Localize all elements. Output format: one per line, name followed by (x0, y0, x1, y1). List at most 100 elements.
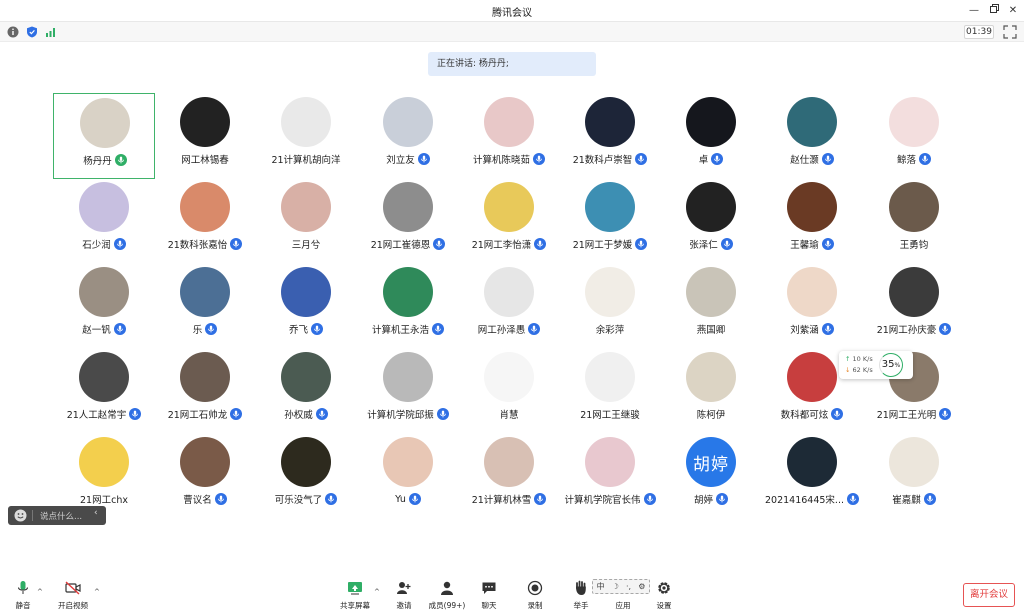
avatar[interactable] (281, 437, 331, 487)
participant-tile[interactable]: 刘紫涵 (761, 263, 863, 349)
participant-tile[interactable]: 肖慧 (458, 348, 560, 434)
participant-tile[interactable]: 网工孙泽愚 (458, 263, 560, 349)
mute-options-caret[interactable]: ^ (37, 588, 43, 596)
avatar[interactable] (585, 97, 635, 147)
emoji-icon[interactable] (14, 509, 27, 522)
participant-tile[interactable]: 胡婷 胡婷 (660, 433, 762, 519)
network-status[interactable]: ↑ 10 K/s ↓ 62 K/s 35% (839, 351, 913, 379)
participant-tile[interactable]: 燕国卿 (660, 263, 762, 349)
quick-chat-box[interactable]: 说点什么... ‹ (8, 506, 106, 525)
avatar[interactable] (281, 182, 331, 232)
participant-tile[interactable]: 21网工石帅龙 (154, 348, 256, 434)
participant-tile[interactable]: 卓 (660, 93, 762, 179)
avatar[interactable] (787, 97, 837, 147)
participant-tile[interactable]: 王馨瑜 (761, 178, 863, 264)
avatar[interactable] (889, 267, 939, 317)
avatar[interactable] (787, 182, 837, 232)
ime-language[interactable]: 中 (597, 581, 605, 592)
restore-icon[interactable] (985, 2, 1003, 20)
ime-punct[interactable]: ·, (626, 582, 631, 591)
participant-tile[interactable]: 崔嘉麒 (863, 433, 963, 519)
participant-tile[interactable]: 计算机学院官长伟 (559, 433, 661, 519)
participant-tile[interactable]: 21人工赵常宇 (53, 348, 155, 434)
participant-tile[interactable]: 2021416445宋... (761, 433, 863, 519)
close-icon[interactable]: ✕ (1004, 2, 1022, 20)
avatar[interactable]: 胡婷 (686, 437, 736, 487)
participant-tile[interactable]: 计算机陈晓茹 (458, 93, 560, 179)
avatar[interactable] (383, 182, 433, 232)
video-options-caret[interactable]: ^ (94, 588, 100, 596)
avatar[interactable] (281, 352, 331, 402)
participant-tile[interactable]: 21计算机胡向洋 (255, 93, 357, 179)
participant-tile[interactable]: 21数科张嘉怡 (154, 178, 256, 264)
chat-input-placeholder[interactable]: 说点什么... (40, 510, 82, 522)
avatar[interactable] (484, 437, 534, 487)
participant-tile[interactable]: 网工林锡春 (154, 93, 256, 179)
leave-meeting-button[interactable]: 离开会议 (963, 583, 1015, 607)
ime-toolbar[interactable]: 中 ☽ ·, ⚙ (592, 579, 650, 594)
participant-tile[interactable]: 赵仕灏 (761, 93, 863, 179)
share-screen-button[interactable]: 共享屏幕 (332, 580, 378, 614)
avatar[interactable] (585, 267, 635, 317)
participant-tile[interactable]: 计算机王永浩 (357, 263, 459, 349)
participant-tile[interactable]: 21网工孙庆豪 (863, 263, 963, 349)
start-video-button[interactable]: 开启视频 (50, 580, 96, 614)
avatar[interactable] (79, 437, 129, 487)
avatar[interactable] (787, 267, 837, 317)
participant-tile[interactable]: 刘立友 (357, 93, 459, 179)
participant-tile[interactable]: 石少润 (53, 178, 155, 264)
avatar[interactable] (686, 97, 736, 147)
chevron-left-icon[interactable]: ‹ (94, 508, 98, 518)
info-icon[interactable] (7, 26, 19, 38)
avatar[interactable] (484, 97, 534, 147)
avatar[interactable] (585, 352, 635, 402)
participant-tile[interactable]: 赵一钒 (53, 263, 155, 349)
avatar[interactable] (585, 437, 635, 487)
avatar[interactable] (80, 98, 130, 148)
participant-tile[interactable]: 可乐没气了 (255, 433, 357, 519)
participant-tile[interactable]: 21网工李怡潇 (458, 178, 560, 264)
participant-tile[interactable]: 陈柯伊 (660, 348, 762, 434)
participant-tile[interactable]: 鲸落 (863, 93, 963, 179)
avatar[interactable] (79, 352, 129, 402)
avatar[interactable] (180, 267, 230, 317)
participant-tile[interactable]: 21网工于梦媛 (559, 178, 661, 264)
ime-settings-icon[interactable]: ⚙ (638, 582, 645, 591)
avatar[interactable] (686, 267, 736, 317)
avatar[interactable] (281, 267, 331, 317)
avatar[interactable] (180, 97, 230, 147)
avatar[interactable] (281, 97, 331, 147)
avatar[interactable] (383, 97, 433, 147)
avatar[interactable] (787, 437, 837, 487)
fullscreen-icon[interactable] (1003, 25, 1017, 39)
participant-tile[interactable]: 三月兮 (255, 178, 357, 264)
ime-moon-icon[interactable]: ☽ (612, 582, 619, 591)
avatar[interactable] (180, 437, 230, 487)
avatar[interactable] (484, 267, 534, 317)
avatar[interactable] (686, 182, 736, 232)
participant-tile[interactable]: 杨丹丹 (53, 93, 155, 179)
mute-button[interactable]: 静音 (0, 580, 46, 614)
participant-tile[interactable]: Yu (357, 433, 459, 519)
share-options-caret[interactable]: ^ (374, 588, 380, 596)
signal-icon[interactable] (45, 26, 57, 38)
avatar[interactable] (79, 182, 129, 232)
avatar[interactable] (383, 267, 433, 317)
avatar[interactable] (787, 352, 837, 402)
avatar[interactable] (686, 352, 736, 402)
avatar[interactable] (585, 182, 635, 232)
avatar[interactable] (889, 97, 939, 147)
participant-tile[interactable]: 张泽仁 (660, 178, 762, 264)
shield-icon[interactable] (26, 26, 38, 38)
participant-tile[interactable]: 21网工崔德恩 (357, 178, 459, 264)
participant-tile[interactable]: 王勇钧 (863, 178, 963, 264)
participant-tile[interactable]: 21数科卢崇智 (559, 93, 661, 179)
avatar[interactable] (383, 437, 433, 487)
avatar[interactable] (180, 352, 230, 402)
avatar[interactable] (484, 182, 534, 232)
participant-tile[interactable]: 孙权威 (255, 348, 357, 434)
avatar[interactable] (383, 352, 433, 402)
avatar[interactable] (79, 267, 129, 317)
participant-tile[interactable]: 乔飞 (255, 263, 357, 349)
participant-tile[interactable]: 曹议名 (154, 433, 256, 519)
